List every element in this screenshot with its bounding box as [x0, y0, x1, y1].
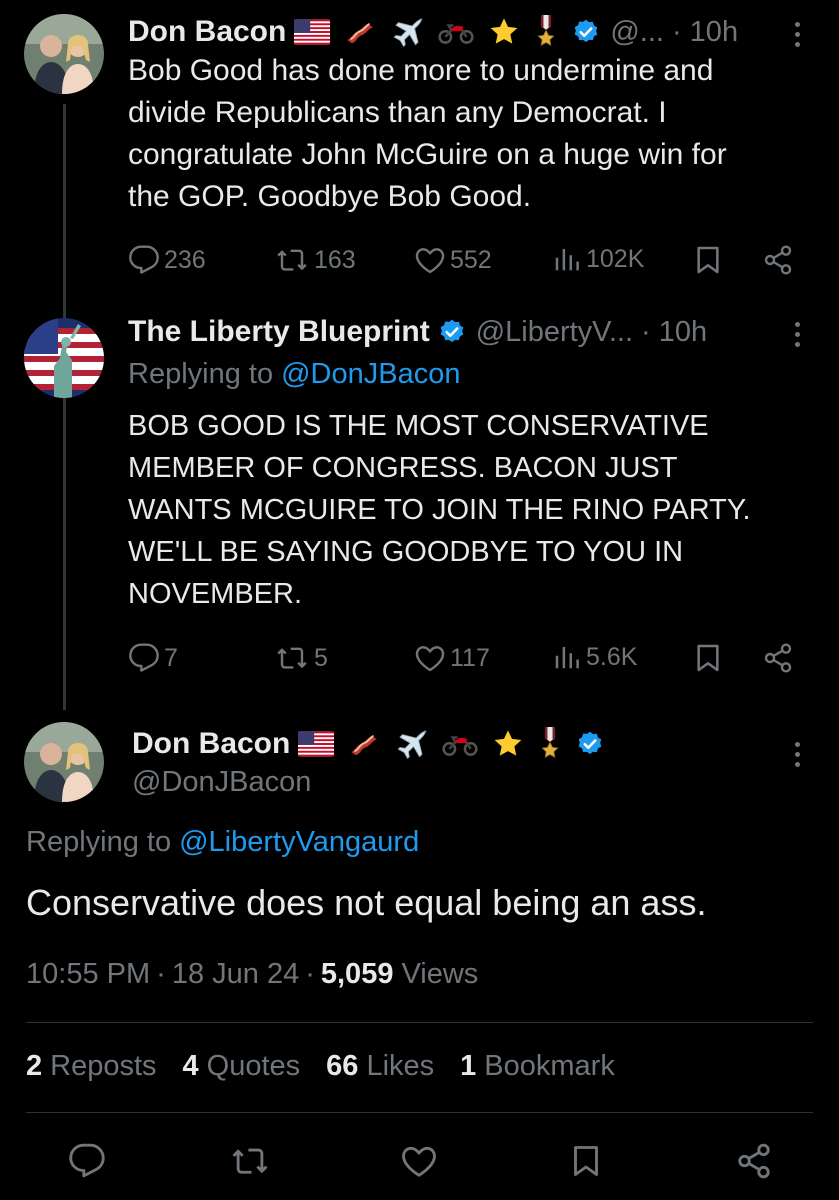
tweet2-replying-to: Replying to @DonJBacon [128, 358, 461, 391]
star-icon [492, 728, 524, 760]
share-icon [762, 642, 794, 674]
like-icon [414, 244, 446, 276]
tweet1-action-bar: 236 163 552 102K [128, 240, 798, 280]
share-icon[interactable] [735, 1142, 773, 1180]
main-handle[interactable]: @DonJBacon [132, 766, 311, 799]
replying-to-link[interactable]: @LibertyVangaurd [179, 826, 419, 859]
repost-button[interactable]: 163 [274, 244, 356, 276]
views-icon [552, 244, 582, 274]
share-button[interactable] [762, 244, 794, 276]
views-button[interactable]: 5.6K [552, 642, 637, 672]
main-time[interactable]: 10:55 PM [26, 958, 150, 991]
tweet1-text: Bob Good has done more to undermine and … [128, 54, 727, 213]
verified-badge-icon [576, 730, 604, 758]
views-button[interactable]: 102K [552, 244, 644, 274]
us-flag-icon [298, 731, 334, 757]
avatar[interactable] [24, 318, 104, 398]
like-icon [414, 642, 446, 674]
repost-icon [274, 642, 310, 674]
reply-button[interactable]: 236 [128, 244, 206, 276]
divider [26, 1022, 813, 1023]
reposts-stat[interactable]: 2 Reposts [26, 1050, 157, 1083]
tweet2-action-bar: 7 5 117 5.6K [128, 638, 798, 678]
motorcycle-icon [442, 731, 478, 757]
tweet1-more-icon[interactable] [795, 22, 801, 47]
verified-badge-icon [438, 318, 466, 346]
bookmark-icon [692, 244, 724, 276]
reply-icon [128, 244, 160, 276]
replying-to-link[interactable]: @DonJBacon [281, 358, 460, 391]
tweet1-header: Don Bacon @... · 10h [128, 12, 738, 52]
reply-button[interactable]: 7 [128, 642, 178, 674]
bookmarks-stat[interactable]: 1 Bookmark [460, 1050, 615, 1083]
us-flag-icon [294, 19, 330, 45]
main-tweet-text: Conservative does not equal being an ass… [26, 882, 707, 923]
main-header: Don Bacon [132, 724, 604, 764]
main-date[interactable]: 18 Jun 24 [172, 958, 299, 991]
star-icon [488, 16, 520, 48]
tweet2-author-name[interactable]: The Liberty Blueprint [128, 315, 430, 349]
bookmark-icon[interactable] [568, 1142, 604, 1180]
tweet2-text: BOB GOOD IS THE MOST CONSERVATIVE MEMBER… [128, 410, 751, 610]
views-icon [552, 642, 582, 672]
tweet2-timestamp[interactable]: · 10h [641, 316, 707, 349]
tweet2-header: The Liberty Blueprint @LibertyV... · 10h [128, 312, 707, 352]
main-action-bar [0, 1140, 839, 1184]
tweet1-author-name[interactable]: Don Bacon [128, 15, 286, 49]
engagement-stats: 2 Reposts 4 Quotes 66 Likes 1 Bookmark [26, 1050, 615, 1083]
main-more-icon[interactable] [795, 742, 801, 767]
main-views-label: Views [401, 958, 479, 990]
airplane-icon [390, 15, 424, 49]
tweet1-timestamp[interactable]: · 10h [672, 16, 738, 49]
tweet1-handle[interactable]: @... [610, 16, 664, 49]
bookmark-icon [692, 642, 724, 674]
main-replying-to: Replying to @LibertyVangaurd [26, 826, 420, 859]
thread-connector-line [63, 104, 66, 710]
avatar[interactable] [24, 722, 104, 802]
bacon-icon [348, 730, 380, 758]
airplane-icon [394, 727, 428, 761]
like-button[interactable]: 117 [414, 642, 490, 674]
like-button[interactable]: 552 [414, 244, 492, 276]
repost-icon[interactable] [230, 1142, 270, 1180]
tweet2-more-icon[interactable] [795, 322, 801, 347]
reply-icon[interactable] [68, 1142, 106, 1180]
bacon-icon [344, 18, 376, 46]
reply-icon [128, 642, 160, 674]
motorcycle-icon [438, 19, 474, 45]
main-views-count: 5,059 [320, 958, 394, 990]
repost-button[interactable]: 5 [274, 642, 328, 674]
military-medal-icon [538, 727, 562, 761]
avatar[interactable] [24, 14, 104, 94]
military-medal-icon [534, 15, 558, 49]
verified-badge-icon [572, 18, 600, 46]
bookmark-button[interactable] [692, 244, 724, 276]
bookmark-button[interactable] [692, 642, 724, 674]
share-icon [762, 244, 794, 276]
divider [26, 1112, 813, 1113]
share-button[interactable] [762, 642, 794, 674]
quotes-stat[interactable]: 4 Quotes [183, 1050, 301, 1083]
repost-icon [274, 244, 310, 276]
main-author-name[interactable]: Don Bacon [132, 727, 290, 761]
like-icon[interactable] [400, 1142, 438, 1180]
likes-stat[interactable]: 66 Likes [326, 1050, 434, 1083]
tweet2-handle[interactable]: @LibertyV... [476, 316, 633, 349]
main-meta: 10:55 PM · 18 Jun 24 · 5,059 Views [26, 958, 479, 991]
